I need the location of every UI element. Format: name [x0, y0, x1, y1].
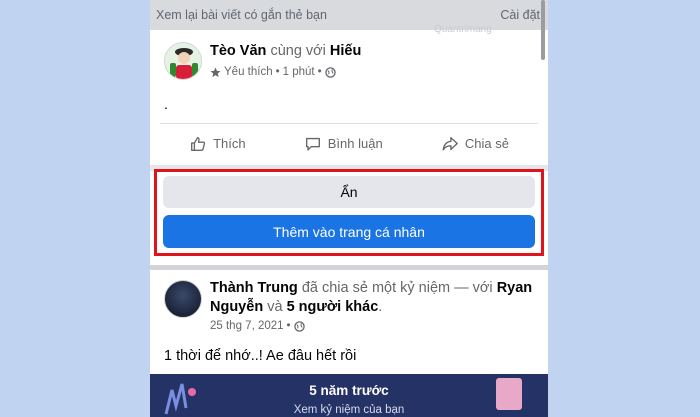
like-label: Thích	[213, 136, 246, 151]
memory-banner[interactable]: 5 năm trước Xem kỷ niệm của bạn	[150, 374, 548, 417]
star-icon	[210, 66, 221, 77]
avatar[interactable]	[164, 42, 202, 80]
feeling-text: Yêu thích	[224, 66, 273, 78]
and-text: và	[267, 299, 283, 315]
meta-separator: •	[275, 66, 280, 78]
comment-label: Bình luận	[327, 136, 383, 151]
settings-link[interactable]: Cài đặt	[500, 8, 540, 22]
post-meta: 25 thg 7, 2021 •	[210, 320, 305, 332]
comment-icon	[305, 137, 320, 151]
post-time[interactable]: 1 phút	[283, 66, 315, 78]
share-label: Chia sẻ	[464, 136, 509, 151]
meta-separator: •	[317, 66, 322, 78]
avatar[interactable]	[164, 280, 202, 318]
post-body: 1 thời để nhớ..! Ae đâu hết rồi	[164, 348, 357, 364]
post-header-line: Thành Trung đã chia sẻ một kỷ niệm — với…	[210, 279, 540, 317]
globe-icon	[324, 66, 336, 78]
post-meta: Yêu thích • 1 phút •	[210, 66, 336, 78]
shared-text: đã chia sẻ một kỷ niệm — với	[301, 280, 493, 296]
thumbs-up-icon	[191, 136, 206, 151]
memory-thumbnail	[496, 378, 522, 410]
post-header-line: Tèo Văn cùng với Hiếu	[210, 43, 361, 59]
watermark: Quantrimang	[434, 24, 492, 35]
like-button[interactable]: Thích	[189, 135, 246, 153]
post-actions: Thích Bình luận Chia sẻ	[160, 123, 538, 163]
memory-title: 5 năm trước	[309, 383, 389, 398]
memory-post-card: Thành Trung đã chia sẻ một kỷ niệm — với…	[150, 270, 548, 417]
author-name[interactable]: Tèo Văn	[210, 43, 266, 59]
others-link[interactable]: 5 người khác	[287, 299, 379, 315]
memory-subtitle[interactable]: Xem kỷ niệm của bạn	[150, 404, 548, 416]
comment-button[interactable]: Bình luận	[304, 135, 383, 153]
share-icon	[442, 136, 458, 151]
period: .	[378, 299, 383, 315]
tagged-name[interactable]: Hiếu	[330, 43, 361, 59]
post-body: .	[164, 96, 168, 112]
post-date[interactable]: 25 thg 7, 2021	[210, 320, 284, 332]
header-title: Xem lại bài viết có gắn thẻ bạn	[156, 8, 327, 22]
highlight-box	[154, 169, 544, 256]
share-button[interactable]: Chia sẻ	[441, 135, 509, 153]
author-name[interactable]: Thành Trung	[210, 280, 298, 296]
avatar-illustration-icon	[165, 43, 201, 79]
meta-separator: •	[286, 320, 291, 332]
phone-screen: Xem lại bài viết có gắn thẻ bạn Cài đặt …	[150, 0, 548, 417]
globe-icon	[293, 320, 305, 332]
tagged-post-card: Tèo Văn cùng với Hiếu Yêu thích • 1 phút…	[150, 30, 548, 265]
scrollbar[interactable]	[541, 0, 545, 60]
with-text: cùng với	[270, 43, 326, 59]
